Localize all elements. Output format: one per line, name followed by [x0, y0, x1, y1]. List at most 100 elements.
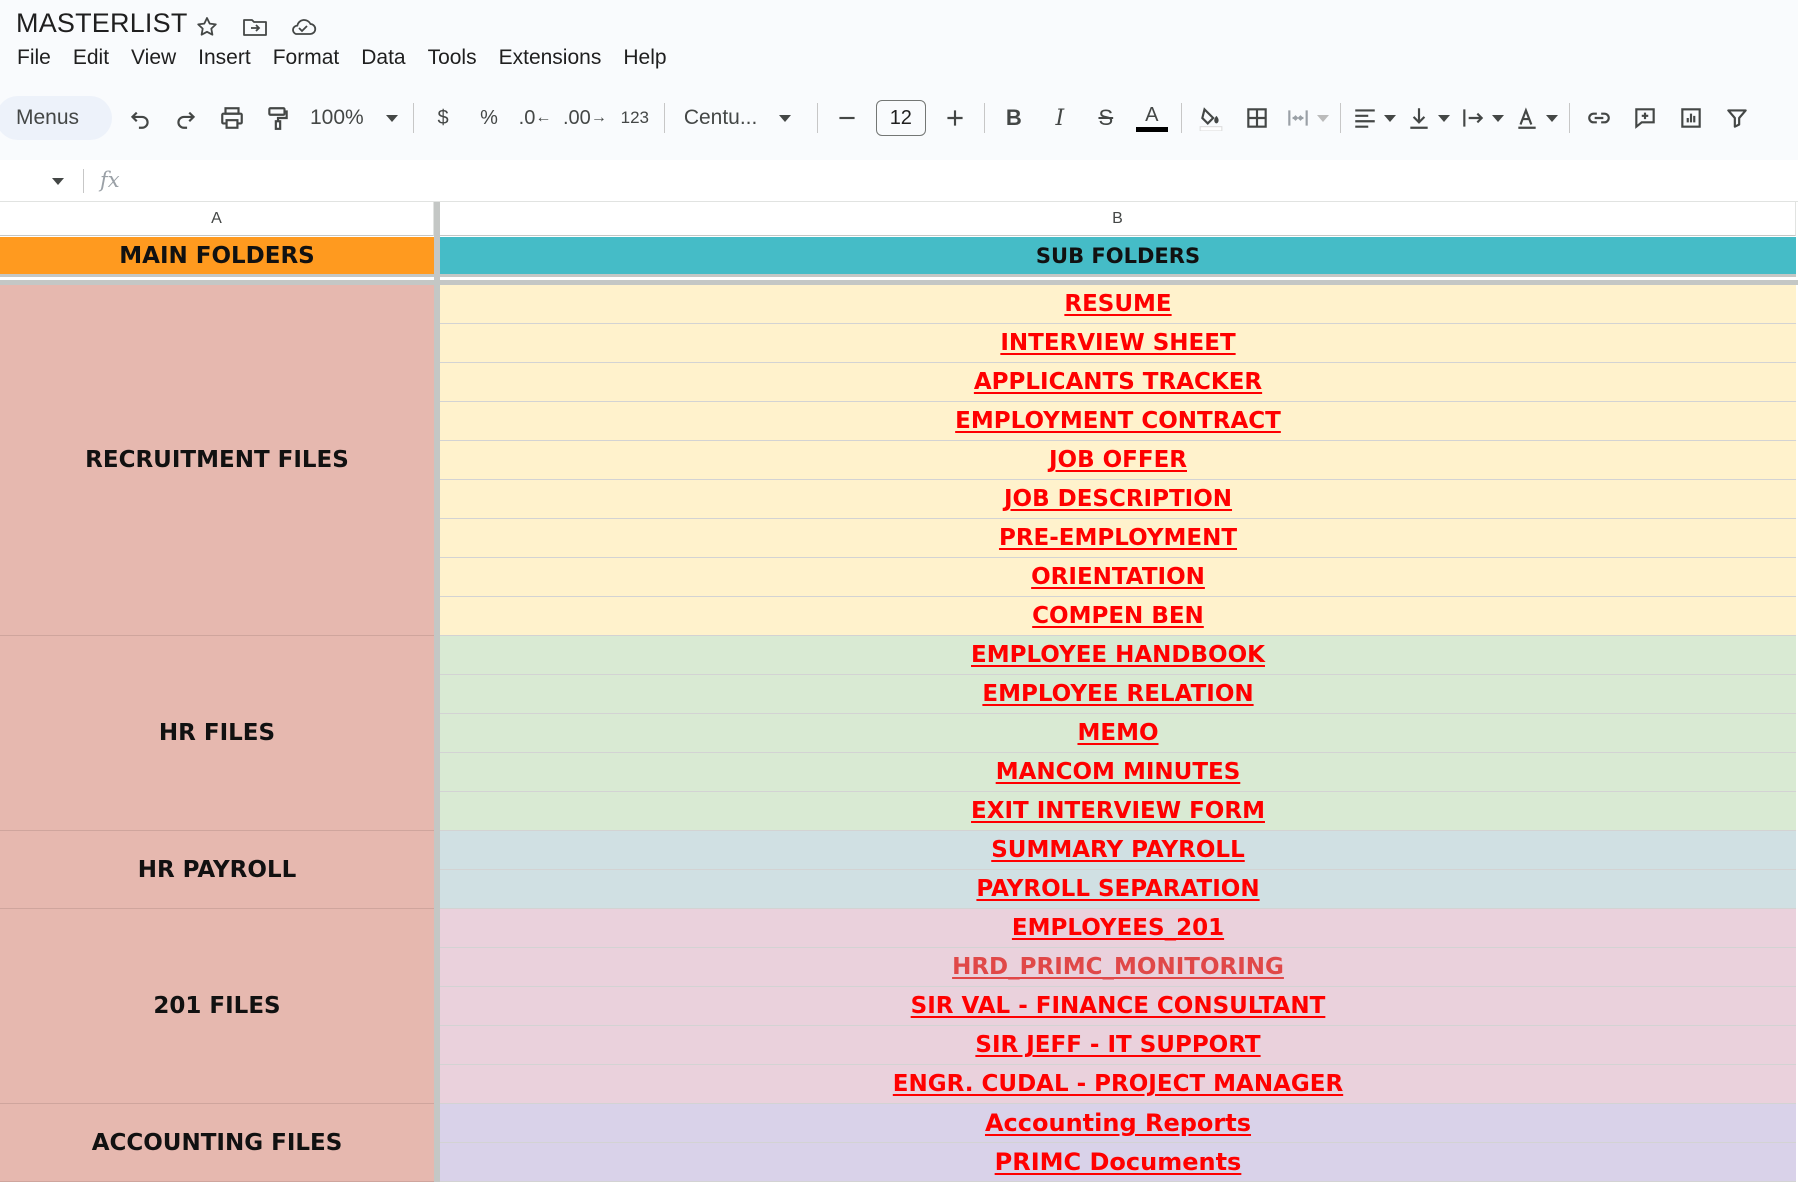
sub-folder-link[interactable]: MEMO — [1077, 720, 1158, 746]
sub-folder-link[interactable]: ORIENTATION — [1031, 564, 1205, 590]
sub-folder-cell[interactable]: PRIMC Documents — [440, 1143, 1796, 1182]
sub-folder-link[interactable]: PRIMC Documents — [995, 1148, 1242, 1176]
undo-icon[interactable] — [122, 98, 158, 138]
sub-folder-cell[interactable]: JOB OFFER — [440, 441, 1796, 480]
sub-folder-cell[interactable]: EMPLOYEE RELATION — [440, 675, 1796, 714]
merge-cells-icon[interactable] — [1285, 98, 1329, 138]
text-wrapping-icon[interactable] — [1460, 98, 1504, 138]
bold-icon[interactable]: B — [996, 98, 1032, 138]
sub-folder-link[interactable]: RESUME — [1064, 291, 1171, 317]
sub-folder-cell[interactable]: JOB DESCRIPTION — [440, 480, 1796, 519]
number-format-button[interactable]: 123 — [617, 98, 653, 138]
sub-folder-link[interactable]: COMPEN BEN — [1032, 603, 1204, 629]
sub-folder-link[interactable]: JOB OFFER — [1049, 447, 1187, 473]
sub-folder-link[interactable]: PRE-EMPLOYMENT — [999, 525, 1237, 551]
menu-view[interactable]: View — [120, 44, 187, 72]
sub-folder-cell[interactable]: EMPLOYEES_201 — [440, 909, 1796, 948]
sub-folder-cell[interactable]: APPLICANTS TRACKER — [440, 363, 1796, 402]
sub-folder-cell[interactable]: SUMMARY PAYROLL — [440, 831, 1796, 870]
decrease-decimal-button[interactable]: .0 ← — [517, 98, 553, 138]
column-header-b[interactable]: B — [440, 202, 1796, 236]
sub-folder-cell[interactable]: PAYROLL SEPARATION — [440, 870, 1796, 909]
italic-icon[interactable]: I — [1042, 98, 1078, 138]
menu-data[interactable]: Data — [350, 44, 416, 72]
redo-icon[interactable] — [168, 98, 204, 138]
insert-comment-icon[interactable] — [1627, 98, 1663, 138]
insert-chart-icon[interactable] — [1673, 98, 1709, 138]
sub-folder-link[interactable]: ENGR. CUDAL - PROJECT MANAGER — [893, 1071, 1343, 1097]
main-folder-cell[interactable]: 201 FILES — [0, 909, 434, 1104]
spreadsheet-grid[interactable]: A B MAIN FOLDERS SUB FOLDERS RECRUITMENT… — [0, 202, 1798, 1182]
sub-folder-cell[interactable]: SIR VAL - FINANCE CONSULTANT — [440, 987, 1796, 1026]
menu-extensions[interactable]: Extensions — [488, 44, 613, 72]
sub-folder-link[interactable]: APPLICANTS TRACKER — [974, 369, 1262, 395]
menu-format[interactable]: Format — [262, 44, 351, 72]
sub-folder-link[interactable]: EXIT INTERVIEW FORM — [971, 798, 1265, 824]
font-size-input[interactable]: 12 — [875, 100, 926, 136]
name-box-chevron-down-icon[interactable] — [52, 178, 64, 185]
sub-folder-link[interactable]: MANCOM MINUTES — [996, 759, 1241, 785]
sub-folder-cell[interactable]: MEMO — [440, 714, 1796, 753]
sub-folder-link[interactable]: INTERVIEW SHEET — [1000, 330, 1235, 356]
menu-edit[interactable]: Edit — [62, 44, 120, 72]
column-header-a[interactable]: A — [0, 202, 434, 236]
filter-icon[interactable] — [1719, 98, 1755, 138]
menu-file[interactable]: File — [6, 44, 62, 72]
insert-link-icon[interactable] — [1581, 98, 1617, 138]
text-color-icon[interactable]: A — [1134, 98, 1170, 138]
cloud-saved-icon[interactable] — [288, 12, 318, 42]
menu-tools[interactable]: Tools — [417, 44, 488, 72]
star-icon[interactable] — [192, 12, 222, 42]
paint-format-icon[interactable] — [260, 98, 296, 138]
sub-folder-link[interactable]: SUMMARY PAYROLL — [991, 837, 1245, 863]
document-title[interactable]: MASTERLIST — [16, 8, 188, 39]
sub-folder-link[interactable]: SIR VAL - FINANCE CONSULTANT — [911, 993, 1326, 1019]
sub-folder-cell[interactable]: ORIENTATION — [440, 558, 1796, 597]
horizontal-align-icon[interactable] — [1352, 98, 1396, 138]
sub-folder-link[interactable]: HRD_PRIMC_MONITORING — [952, 954, 1284, 980]
sub-folder-link[interactable]: EMPLOYEE RELATION — [982, 681, 1253, 707]
menus-search-button[interactable]: Menus — [0, 96, 112, 140]
sub-folder-cell[interactable]: COMPEN BEN — [440, 597, 1796, 636]
sub-folders-header-cell[interactable]: SUB FOLDERS — [440, 237, 1796, 277]
print-icon[interactable] — [214, 98, 250, 138]
sub-folder-link[interactable]: PAYROLL SEPARATION — [976, 876, 1259, 902]
percent-format-button[interactable]: % — [471, 98, 507, 138]
sub-folder-cell[interactable]: PRE-EMPLOYMENT — [440, 519, 1796, 558]
sub-folder-cell[interactable]: ENGR. CUDAL - PROJECT MANAGER — [440, 1065, 1796, 1104]
sub-folder-cell[interactable]: EMPLOYMENT CONTRACT — [440, 402, 1796, 441]
sub-folder-cell[interactable]: RESUME — [440, 285, 1796, 324]
sub-folder-cell[interactable]: MANCOM MINUTES — [440, 753, 1796, 792]
main-folders-header-cell[interactable]: MAIN FOLDERS — [0, 237, 434, 277]
sub-folder-link[interactable]: EMPLOYEE HANDBOOK — [971, 642, 1265, 668]
sub-folder-link[interactable]: EMPLOYMENT CONTRACT — [955, 408, 1281, 434]
main-folder-cell[interactable]: HR PAYROLL — [0, 831, 434, 909]
vertical-align-icon[interactable] — [1406, 98, 1450, 138]
strikethrough-icon[interactable]: S — [1088, 98, 1124, 138]
plus-icon[interactable] — [937, 98, 973, 138]
borders-icon[interactable] — [1239, 98, 1275, 138]
menu-help[interactable]: Help — [612, 44, 677, 72]
sub-folder-cell[interactable]: HRD_PRIMC_MONITORING — [440, 948, 1796, 987]
move-to-folder-icon[interactable] — [240, 12, 270, 42]
main-folder-cell[interactable]: RECRUITMENT FILES — [0, 285, 434, 636]
text-rotation-icon[interactable] — [1514, 98, 1558, 138]
sub-folder-link[interactable]: EMPLOYEES_201 — [1012, 915, 1224, 941]
sub-folder-cell[interactable]: INTERVIEW SHEET — [440, 324, 1796, 363]
sub-folder-link[interactable]: SIR JEFF - IT SUPPORT — [975, 1032, 1260, 1058]
zoom-select[interactable]: 100% — [306, 98, 402, 138]
main-folder-cell[interactable]: ACCOUNTING FILES — [0, 1104, 434, 1182]
sub-folder-cell[interactable]: SIR JEFF - IT SUPPORT — [440, 1026, 1796, 1065]
sub-folder-link[interactable]: JOB DESCRIPTION — [1004, 486, 1232, 512]
menu-insert[interactable]: Insert — [187, 44, 262, 72]
sub-folder-link[interactable]: Accounting Reports — [985, 1109, 1251, 1137]
currency-format-button[interactable]: $ — [425, 98, 461, 138]
sub-folder-cell[interactable]: Accounting Reports — [440, 1104, 1796, 1143]
sub-folder-cell[interactable]: EXIT INTERVIEW FORM — [440, 792, 1796, 831]
font-select[interactable]: Centu... — [676, 98, 806, 138]
increase-decimal-button[interactable]: .00 → — [563, 98, 607, 138]
main-folder-cell[interactable]: HR FILES — [0, 636, 434, 831]
minus-icon[interactable] — [829, 98, 865, 138]
sub-folder-cell[interactable]: EMPLOYEE HANDBOOK — [440, 636, 1796, 675]
fill-color-icon[interactable] — [1193, 98, 1229, 138]
